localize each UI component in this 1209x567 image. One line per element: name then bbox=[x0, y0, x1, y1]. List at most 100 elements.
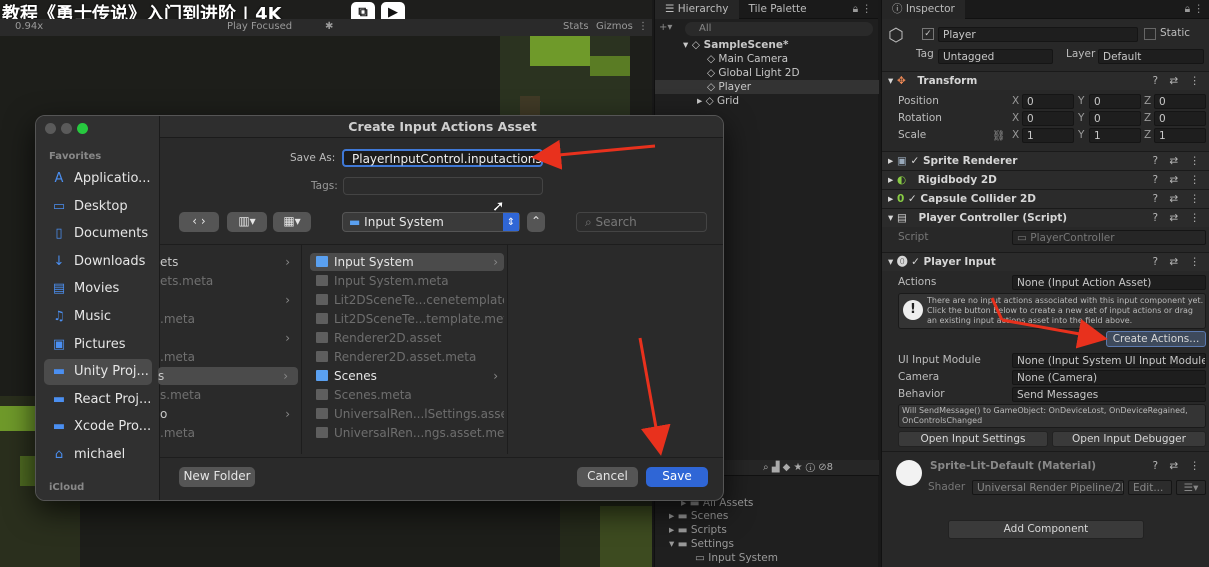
list-item[interactable]: ▸ ◇ Grid bbox=[655, 94, 879, 108]
scale-x[interactable]: 1 bbox=[1022, 128, 1074, 143]
folder-row[interactable]: ▾ ▬ Settings bbox=[669, 538, 734, 550]
capsule-collider-header[interactable]: ▸ 0 ✓ Capsule Collider 2D? ⇄ ⋮ bbox=[882, 189, 1209, 208]
column-view-icon[interactable]: ▥▾ bbox=[227, 212, 267, 232]
list-item[interactable]: › bbox=[160, 291, 300, 309]
list-item[interactable]: ◇ Global Light 2D bbox=[655, 66, 879, 80]
ui-module-field[interactable]: None (Input System UI Input Module bbox=[1012, 353, 1206, 368]
file-item[interactable]: Renderer2D.asset bbox=[310, 329, 504, 347]
sidebar-item[interactable]: ▬ Xcode Pro... bbox=[44, 414, 152, 440]
minimize-icon[interactable] bbox=[61, 123, 72, 134]
tag-dropdown[interactable]: Untagged bbox=[938, 49, 1053, 64]
shader-menu-icon[interactable]: ☰▾ bbox=[1176, 480, 1206, 495]
sidebar-item[interactable]: ▬ Unity Proj... bbox=[44, 359, 152, 386]
list-item[interactable]: s › bbox=[158, 367, 298, 385]
link-icon[interactable]: ⛓ bbox=[992, 129, 1005, 142]
save-button[interactable]: Save bbox=[646, 467, 708, 487]
list-item[interactable]: .meta bbox=[160, 310, 300, 328]
player-input-header[interactable]: ▾ ⓿ ✓ Player Input? ⇄ ⋮ bbox=[882, 252, 1209, 271]
scale-z[interactable]: 1 bbox=[1154, 128, 1206, 143]
cancel-button[interactable]: Cancel bbox=[577, 467, 638, 487]
file-item[interactable]: Renderer2D.asset.meta bbox=[310, 348, 504, 366]
list-item[interactable]: › bbox=[160, 329, 300, 347]
search-field[interactable]: ⌕ Search bbox=[576, 212, 707, 232]
folder-item[interactable]: Scenes › bbox=[310, 367, 504, 385]
file-item[interactable]: Lit2DSceneTe...cenetemplate bbox=[310, 291, 504, 309]
scene-row[interactable]: ▾ ◇ SampleScene* bbox=[655, 38, 879, 52]
shader-edit-button[interactable]: Edit... bbox=[1128, 480, 1172, 495]
sidebar-item[interactable]: ▤ Movies bbox=[44, 276, 152, 302]
lock-icon[interactable]: 🔒︎ ⋮ bbox=[1185, 3, 1209, 16]
location-dropdown[interactable]: ▬ Input System ⇕ bbox=[342, 212, 520, 232]
file-item[interactable]: UniversalRen...lSettings.asset bbox=[310, 405, 504, 423]
sidebar-item[interactable]: ▣ Pictures bbox=[44, 332, 152, 358]
rigidbody-header[interactable]: ▸ ◐ Rigidbody 2D? ⇄ ⋮ bbox=[882, 170, 1209, 189]
more-icon[interactable]: ⋮ bbox=[638, 21, 648, 32]
list-item[interactable]: ets › bbox=[160, 253, 300, 271]
create-actions-button[interactable]: Create Actions... bbox=[1106, 331, 1206, 347]
layer-dropdown[interactable]: Default bbox=[1098, 49, 1204, 64]
expand-icon[interactable]: ⌃ bbox=[527, 212, 545, 232]
back-forward-buttons[interactable]: ‹ › bbox=[179, 212, 219, 232]
save-as-input[interactable]: PlayerInputControl.inputactions bbox=[342, 149, 543, 167]
file-item[interactable]: UniversalRen...ngs.asset.meta bbox=[310, 424, 504, 442]
sidebar-item[interactable]: ▭ Desktop bbox=[44, 194, 152, 220]
list-item-selected[interactable]: ◇ Player bbox=[655, 80, 879, 94]
folder-row[interactable]: ▸ ▬ Scripts bbox=[669, 524, 727, 536]
list-item[interactable]: ets.meta bbox=[160, 272, 300, 290]
rotation-z[interactable]: 0 bbox=[1154, 111, 1206, 126]
camera-field[interactable]: None (Camera) bbox=[1012, 370, 1206, 385]
add-icon[interactable]: +▾ bbox=[659, 22, 672, 33]
new-folder-button[interactable]: New Folder bbox=[179, 467, 255, 487]
stats-button[interactable]: Stats bbox=[563, 21, 589, 32]
file-item[interactable]: Lit2DSceneTe...template.meta bbox=[310, 310, 504, 328]
play-mode-dropdown[interactable]: Play Focused bbox=[227, 21, 292, 32]
open-input-debugger-button[interactable]: Open Input Debugger bbox=[1052, 431, 1206, 447]
rotation-x[interactable]: 0 bbox=[1022, 111, 1074, 126]
tab-inspector[interactable]: ⓘ Inspector bbox=[882, 0, 965, 19]
rotation-y[interactable]: 0 bbox=[1089, 111, 1141, 126]
tags-input[interactable] bbox=[343, 177, 543, 195]
list-item[interactable]: s.meta bbox=[160, 386, 300, 404]
list-item[interactable]: ◇ Main Camera bbox=[655, 52, 879, 66]
project-toolbar-icons[interactable]: ⌕ ▟ ◆ ★ ⓘ ⊘8 bbox=[763, 462, 833, 473]
position-x[interactable]: 0 bbox=[1022, 94, 1074, 109]
sidebar-item[interactable]: A Applicatio... bbox=[44, 166, 152, 192]
player-controller-header[interactable]: ▾ ▤ Player Controller (Script)? ⇄ ⋮ bbox=[882, 208, 1209, 227]
mute-icon[interactable]: ✱ bbox=[325, 21, 333, 32]
list-item[interactable]: o › bbox=[160, 405, 300, 423]
close-icon[interactable] bbox=[45, 123, 56, 134]
object-name-field[interactable]: Player bbox=[938, 27, 1138, 42]
static-checkbox[interactable] bbox=[1144, 28, 1156, 40]
actions-field[interactable]: None (Input Action Asset) bbox=[1012, 275, 1206, 290]
open-input-settings-button[interactable]: Open Input Settings bbox=[898, 431, 1048, 447]
grid-view-icon[interactable]: ▦▾ bbox=[273, 212, 311, 232]
add-component-button[interactable]: Add Component bbox=[948, 520, 1144, 539]
hierarchy-search[interactable]: All bbox=[685, 22, 873, 36]
tab-tile-palette[interactable]: Tile Palette bbox=[739, 0, 817, 19]
scale-y[interactable]: 1 bbox=[1089, 128, 1141, 143]
position-y[interactable]: 0 bbox=[1089, 94, 1141, 109]
active-checkbox[interactable]: ✓ bbox=[922, 28, 934, 40]
scale-value[interactable]: 0.94x bbox=[15, 21, 43, 32]
shader-dropdown[interactable]: Universal Render Pipeline/2D bbox=[972, 480, 1124, 495]
list-item[interactable]: .meta bbox=[160, 424, 300, 442]
sprite-renderer-header[interactable]: ▸ ▣ ✓ Sprite Renderer? ⇄ ⋮ bbox=[882, 151, 1209, 170]
sidebar-item[interactable]: ⌂ michael bbox=[44, 442, 152, 468]
lock-icon[interactable]: 🔒︎ ⋮ bbox=[853, 3, 878, 16]
sidebar-item[interactable]: ♫ Music bbox=[44, 304, 152, 330]
sidebar-item[interactable]: ↓ Downloads bbox=[44, 249, 152, 275]
zoom-icon[interactable] bbox=[77, 123, 88, 134]
behavior-dropdown[interactable]: Send Messages bbox=[1012, 387, 1206, 402]
sidebar-item[interactable]: ▯ Documents bbox=[44, 221, 152, 247]
gizmos-button[interactable]: Gizmos bbox=[596, 21, 633, 32]
tab-hierarchy[interactable]: ☰ Hierarchy bbox=[655, 0, 739, 19]
folder-row[interactable]: ▭ Input System bbox=[695, 552, 778, 564]
position-z[interactable]: 0 bbox=[1154, 94, 1206, 109]
transform-header[interactable]: ▾ ✥ Transform? ⇄ ⋮ bbox=[882, 71, 1209, 90]
folder-item[interactable]: Input System › bbox=[310, 253, 504, 271]
sidebar-item[interactable]: ▬ React Proj... bbox=[44, 387, 152, 413]
file-item[interactable]: Input System.meta bbox=[310, 272, 504, 290]
file-item[interactable]: Scenes.meta bbox=[310, 386, 504, 404]
folder-row[interactable]: ▸ ▬ Scenes bbox=[669, 510, 728, 522]
list-item[interactable]: .meta bbox=[160, 348, 300, 366]
